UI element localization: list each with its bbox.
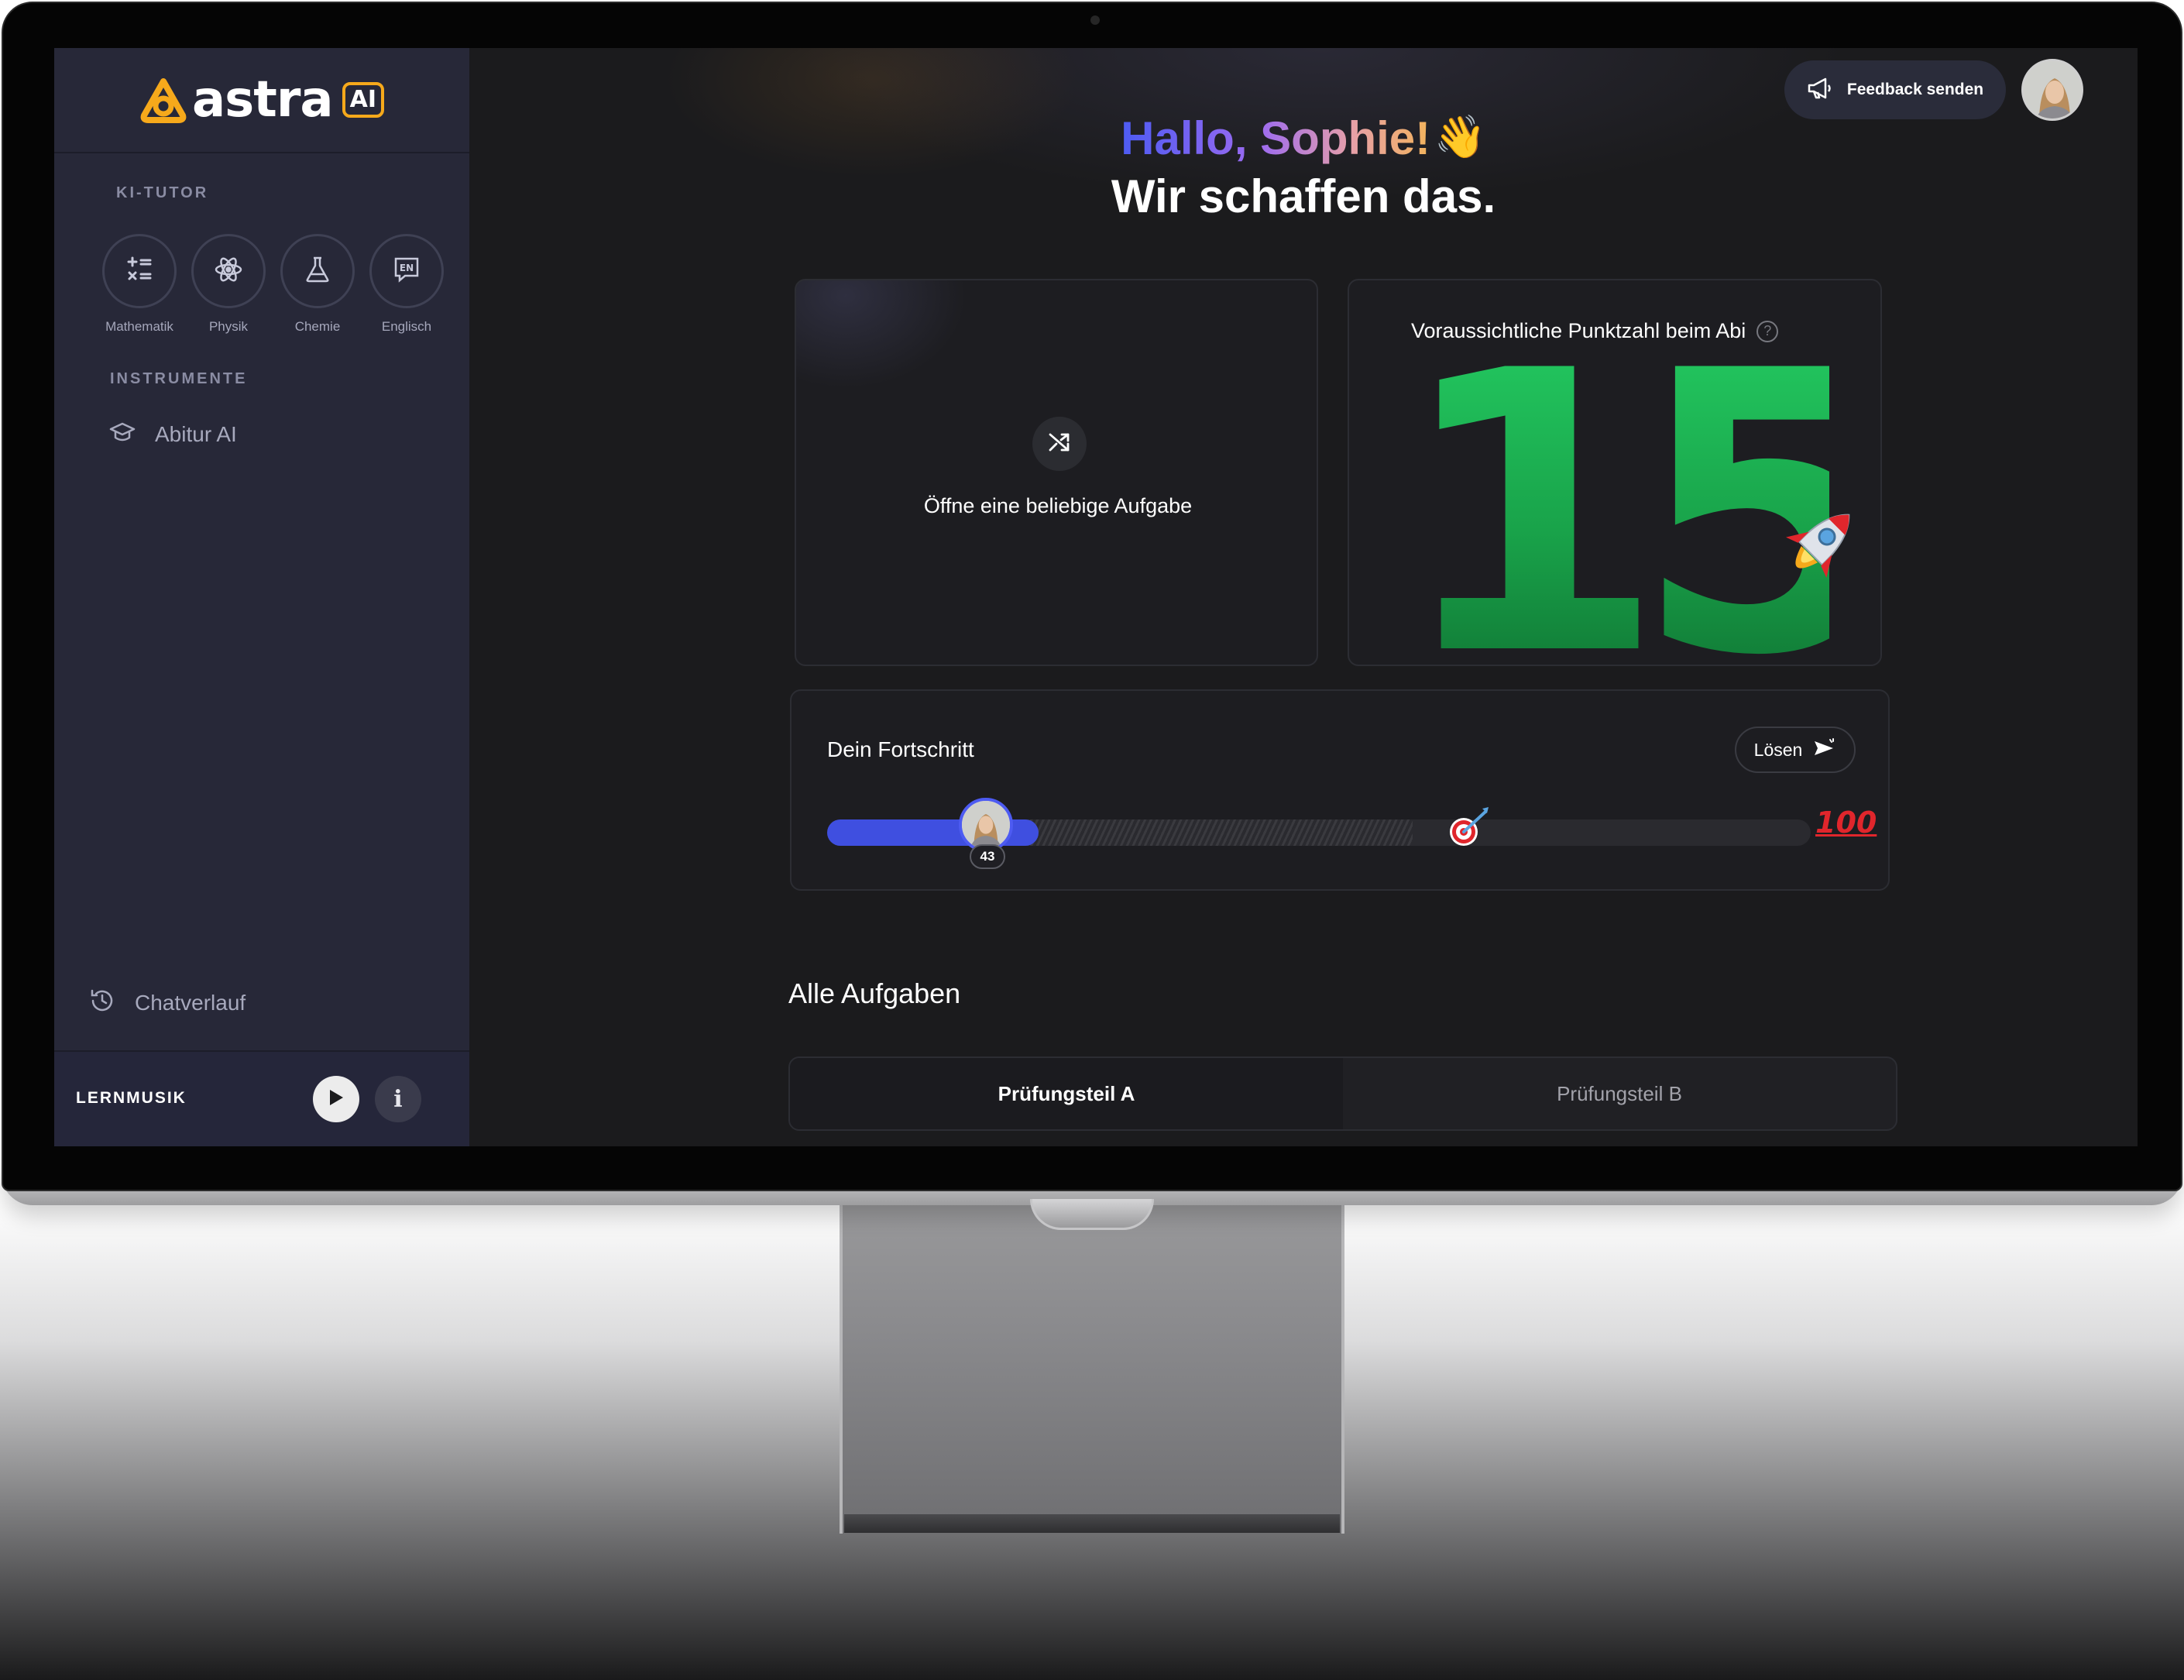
- sidebar-item-label: Abitur AI: [155, 421, 237, 446]
- tab-exam-part-b[interactable]: Prüfungsteil B: [1343, 1058, 1896, 1129]
- card-glow: [796, 280, 967, 389]
- section-label-tools: INSTRUMENTE: [110, 370, 248, 387]
- subject-physics-button[interactable]: [191, 234, 266, 308]
- shuffle-button[interactable]: [1032, 417, 1087, 471]
- progress-card: Dein Fortschritt Lösen 43 100: [790, 689, 1890, 891]
- play-button[interactable]: [313, 1076, 359, 1122]
- subject-chemistry-button[interactable]: [280, 234, 355, 308]
- history-icon: [88, 987, 116, 1019]
- app-screen: astra AI KI-TUTOR Mathematik Physik Chem…: [54, 48, 2138, 1146]
- monitor-bezel: astra AI KI-TUTOR Mathematik Physik Chem…: [2, 2, 2182, 1191]
- all-tasks-heading: Alle Aufgaben: [788, 977, 961, 1009]
- progress-value-badge: 43: [970, 844, 1005, 869]
- waving-hand-icon: 👋: [1434, 114, 1486, 160]
- random-task-label: Öffne eine beliebige Aufgabe: [923, 494, 1193, 517]
- language-en-icon: EN: [391, 254, 422, 289]
- subject-label: Physik: [208, 319, 249, 334]
- target-icon: [1444, 804, 1493, 854]
- solve-label: Lösen: [1753, 739, 1803, 760]
- greeting-subtitle: Wir schaffen das.: [1111, 170, 1496, 222]
- atom-icon: [213, 254, 244, 289]
- sidebar: astra AI KI-TUTOR Mathematik Physik Chem…: [54, 48, 469, 1146]
- solve-button[interactable]: Lösen: [1735, 727, 1856, 773]
- megaphone-icon: [1807, 77, 1833, 104]
- subject-math[interactable]: Mathematik: [101, 234, 178, 335]
- greeting: Hallo, Sophie! 👋 Wir schaffen das.: [469, 112, 2138, 223]
- exam-part-tabs: Prüfungsteil A Prüfungsteil B: [788, 1056, 1897, 1131]
- hundred-points-icon: 100: [1815, 806, 1877, 840]
- subject-label: Chemie: [294, 319, 341, 334]
- subject-english-button[interactable]: EN: [369, 234, 444, 308]
- predicted-score-card: Voraussichtliche Punktzahl beim Abi ? 15: [1348, 279, 1882, 666]
- graduation-cap-icon: [108, 418, 136, 450]
- sidebar-item-chat-history[interactable]: Chatverlauf: [88, 987, 246, 1019]
- subject-chemistry[interactable]: Chemie: [279, 234, 356, 335]
- study-music-bar: LERNMUSIK i: [54, 1050, 469, 1146]
- random-task-card[interactable]: Öffne eine beliebige Aufgabe: [795, 279, 1318, 666]
- subject-english[interactable]: EN Englisch: [368, 234, 445, 335]
- camera-icon: [1090, 15, 1100, 25]
- logo[interactable]: astra AI: [54, 48, 469, 153]
- monitor-hinge: [1030, 1199, 1154, 1230]
- tab-exam-part-a[interactable]: Prüfungsteil A: [790, 1058, 1343, 1129]
- study-music-label: LERNMUSIK: [76, 1089, 187, 1107]
- feedback-label: Feedback senden: [1846, 81, 1984, 98]
- monitor-stand-foot: [844, 1514, 1340, 1533]
- logo-badge: AI: [342, 82, 384, 118]
- astra-logo-icon: [139, 77, 187, 123]
- shuffle-icon: [1046, 429, 1073, 459]
- subject-label: Mathematik: [105, 319, 173, 334]
- progress-remaining-hatch: [994, 819, 1413, 846]
- svg-text:EN: EN: [400, 263, 414, 273]
- subject-label: Englisch: [381, 319, 432, 334]
- sidebar-item-abitur-ai[interactable]: Abitur AI: [108, 418, 237, 450]
- info-icon: i: [393, 1085, 403, 1113]
- section-label-tutor: KI-TUTOR: [116, 184, 209, 201]
- subject-math-button[interactable]: [102, 234, 177, 308]
- math-operators-icon: [124, 254, 155, 289]
- subject-physics[interactable]: Physik: [190, 234, 267, 335]
- main-content: Feedback senden Hallo, Sophie! 👋 Wir sch…: [469, 48, 2138, 1146]
- info-button[interactable]: i: [375, 1076, 421, 1122]
- logo-text: astra: [191, 71, 334, 129]
- flask-icon: [302, 254, 333, 289]
- predicted-score-value: 15: [1396, 321, 1880, 665]
- rocket-icon: [1767, 496, 1868, 596]
- subject-list: Mathematik Physik Chemie EN Englisch: [101, 234, 457, 342]
- feedback-button[interactable]: Feedback senden: [1784, 60, 2006, 119]
- greeting-title: Hallo, Sophie!: [1121, 112, 1431, 164]
- send-icon: [1813, 737, 1836, 762]
- play-icon: [328, 1088, 345, 1111]
- progress-title: Dein Fortschritt: [827, 737, 974, 761]
- sidebar-item-label: Chatverlauf: [135, 990, 246, 1015]
- monitor-stand: [840, 1193, 1344, 1534]
